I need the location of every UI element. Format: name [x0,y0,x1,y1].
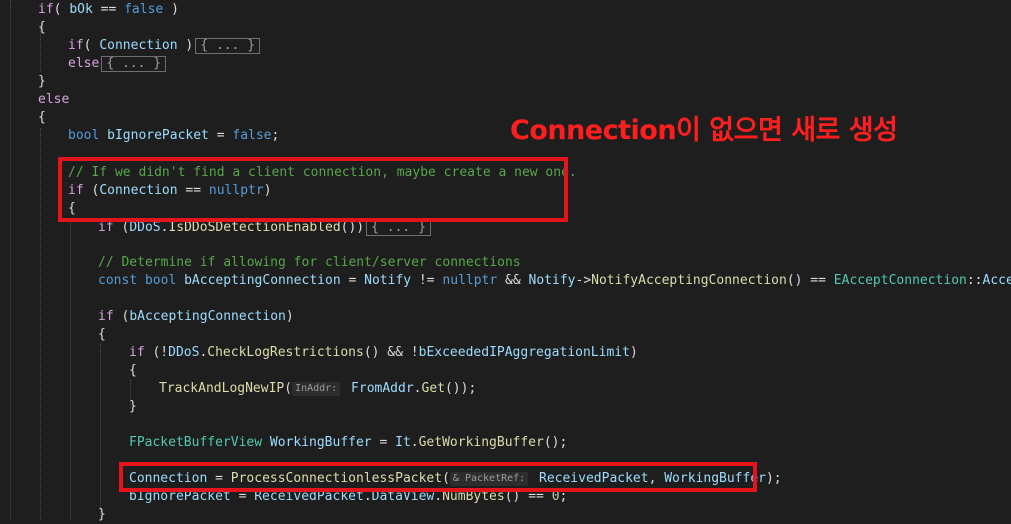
keyword: nullptr [442,273,498,288]
operator: != [411,273,443,288]
type-name: bool [68,128,100,143]
identifier: bIgnorePacket [99,128,209,143]
operator: :: [966,273,983,288]
identifier: DDoS [129,220,161,235]
function-name: GetWorkingBuffer [418,435,544,450]
operator: == [92,2,125,17]
function-name: TrackAndLogNewIP [159,381,285,396]
parameter-hint: InAddr: [292,382,341,396]
keyword: else [38,92,70,107]
code-line: if( bOk == false ) [38,1,179,19]
code-line: const bool bAcceptingConnection = Notify… [98,272,1011,290]
punct: (! [144,345,169,360]
code-line: if (bAcceptingConnection) [98,308,294,326]
identifier: FromAddr [343,381,414,396]
punct: ) [177,38,194,53]
identifier: WorkingBuffer [262,435,372,450]
identifier: bExceededIPAggregationLimit [418,345,630,360]
code-line: { [38,20,46,35]
punct: ) [629,345,638,360]
collapsed-block-button[interactable]: { ... } [195,38,261,54]
highlight-box [119,462,757,492]
operator: () == [786,273,834,288]
punct: () && ! [363,345,419,360]
punct: . [413,381,422,396]
punct: (); [543,435,568,450]
code-line: if (!DDoS.CheckLogRestrictions() && !bEx… [129,344,638,362]
punct: ); [765,471,782,486]
punct: ) [285,309,294,324]
type-name: bool [137,273,177,288]
identifier: Notify [364,273,412,288]
keyword: if [98,309,114,324]
code-line: bool bIgnorePacket = false; [68,127,279,145]
collapsed-block-button[interactable]: { ... } [101,56,167,72]
code-line: FPacketBufferView WorkingBuffer = It.Get… [129,434,567,452]
identifier: bAcceptingConnection [176,273,341,288]
code-line: else [38,91,69,109]
keyword: else [68,56,100,71]
punct: ()) [340,220,365,235]
code-line: { [98,327,106,342]
type-name: FPacketBufferView [129,435,263,450]
operator: = [371,435,396,450]
punct: ( [113,309,130,324]
annotation-label: Connection이 없으면 새로 생성 [510,115,898,146]
identifier: It [395,435,411,450]
punct: ( [53,2,70,17]
indent-guide [70,218,71,520]
code-line: } [129,399,137,414]
identifier: DDoS [168,345,200,360]
type-name: EAcceptConnection [833,273,967,288]
identifier: bOk [69,2,93,17]
code-line: { [38,110,46,125]
indent-guide [10,0,11,520]
operator: = [208,128,233,143]
collapsed-block-button[interactable]: { ... } [366,220,431,236]
identifier: Accept [982,273,1011,288]
punct: ( [113,220,130,235]
function-name: NotifyAcceptingConnection [591,273,787,288]
identifier: Notify [528,273,576,288]
operator: = [340,273,365,288]
indent-guide [40,128,41,520]
indent-guide [100,344,101,520]
code-line: // Determine if allowing for client/serv… [98,254,521,272]
comment: // Determine if allowing for client/serv… [98,255,521,270]
punct: ( [284,381,293,396]
punct: ) [163,2,179,17]
code-editor[interactable]: if( bOk == false ) { if( Connection ){ .… [0,0,1011,522]
highlight-box [58,157,568,222]
code-line: else{ ... } [68,55,167,73]
code-line: { [129,363,137,378]
code-line: if( Connection ){ ... } [68,37,261,55]
keyword: if [38,2,54,17]
keyword: if [98,220,114,235]
punct: ()); [444,381,477,396]
keyword: false [232,128,272,143]
keyword: const [98,273,138,288]
operator: && [497,273,529,288]
function-name: IsDDoSDetectionEnabled [168,220,341,235]
code-line: } [98,507,106,522]
code-line: } [38,74,46,89]
punct: ( [83,38,100,53]
punct: . [410,435,419,450]
code-line: TrackAndLogNewIP(InAddr: FromAddr.Get())… [159,380,476,398]
keyword: false [124,2,164,17]
keyword: if [129,345,145,360]
identifier: Connection [99,38,178,53]
keyword: if [68,38,84,53]
function-name: Get [421,381,445,396]
identifier: bAcceptingConnection [129,309,286,324]
operator: -> [575,273,592,288]
punct: ; [271,128,280,143]
function-name: CheckLogRestrictions [207,345,364,360]
